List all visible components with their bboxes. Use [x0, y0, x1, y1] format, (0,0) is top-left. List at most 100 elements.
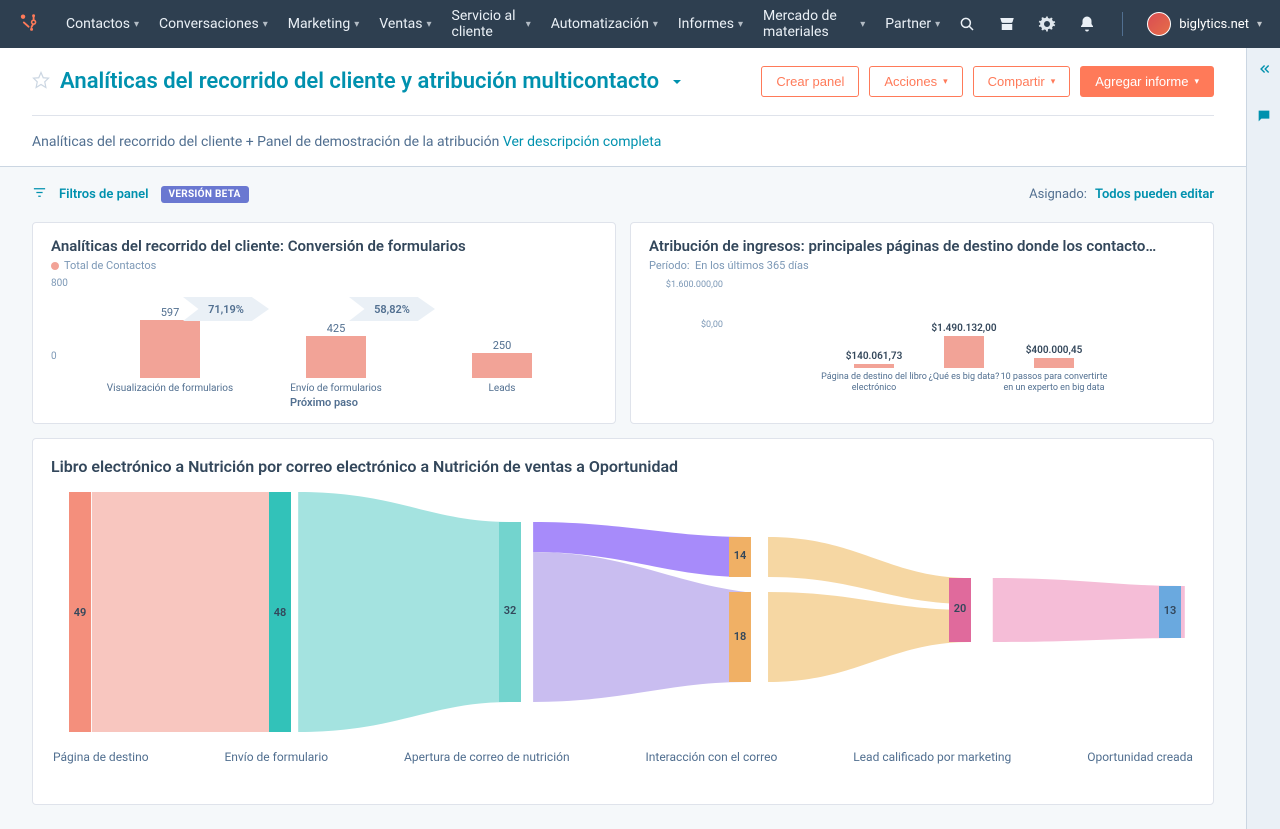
chart-legend: Total de Contactos — [51, 259, 597, 272]
nav-item-label: Conversaciones — [159, 16, 259, 32]
stage-label: Página de destino — [53, 750, 149, 764]
nav-item-partner[interactable]: Partner ▾ — [877, 0, 948, 48]
marketplace-icon[interactable] — [996, 13, 1018, 35]
bar-category: Envío de formularios — [256, 378, 416, 394]
conversion-arrow: 71,19% — [183, 296, 269, 322]
bar-visualizacion: 597 Visualización de formularios — [140, 320, 200, 378]
node-value: 48 — [269, 606, 291, 619]
nav-item-marketing[interactable]: Marketing▾ — [280, 0, 368, 48]
chevron-down-icon: ▾ — [935, 19, 940, 30]
avatar — [1147, 12, 1171, 36]
x-axis-title: Próximo paso — [51, 396, 597, 409]
see-full-description-link[interactable]: Ver descripción completa — [503, 134, 662, 150]
card-period: Período: En los últimos 365 días — [649, 259, 1195, 272]
nav-item-contactos[interactable]: Contactos ▾ — [58, 0, 147, 48]
node-value: 13 — [1159, 604, 1181, 617]
chevron-down-icon: ▾ — [526, 19, 531, 30]
bar-value: $140.061,73 — [826, 351, 922, 362]
nav-item-label: Partner — [885, 16, 931, 32]
chevron-down-icon: ▾ — [1257, 19, 1262, 30]
bar-value: 250 — [472, 339, 532, 352]
header-actions: Crear panel Acciones▾ Compartir▾ Agregar… — [761, 66, 1214, 97]
add-report-button[interactable]: Agregar informe ▾ — [1080, 66, 1214, 97]
period-value: En los últimos 365 días — [695, 259, 809, 272]
nav-menu: Contactos▾ Conversaciones▾ Marketing▾ Ve… — [58, 0, 948, 48]
actions-button[interactable]: Acciones▾ — [869, 66, 962, 97]
bar-category: Visualización de formularios — [90, 378, 250, 394]
stage-label: Lead calificado por marketing — [853, 750, 1011, 764]
account-switcher[interactable]: biglytics.net ▾ — [1147, 12, 1262, 36]
nav-item-label: Mercado de materiales — [763, 8, 856, 40]
nav-item-label: Marketing — [288, 16, 351, 32]
card-title: Atribución de ingresos: principales pági… — [649, 237, 1195, 255]
page-header: Analíticas del recorrido del cliente y a… — [0, 48, 1246, 167]
chevron-down-icon: ▾ — [427, 19, 432, 30]
node-value: 49 — [69, 606, 91, 619]
chevron-down-icon: ▾ — [943, 76, 948, 87]
stage-label: Oportunidad creada — [1087, 750, 1193, 764]
node-value: 32 — [499, 604, 521, 617]
page-title[interactable]: Analíticas del recorrido del cliente y a… — [60, 69, 659, 94]
chevron-down-icon: ▾ — [263, 19, 268, 30]
nav-item-automatizacion[interactable]: Automatización ▾ — [543, 0, 666, 48]
stage-label: Apertura de correo de nutrición — [404, 750, 570, 764]
nav-item-ventas[interactable]: Ventas▾ — [371, 0, 439, 48]
chevron-down-icon: ▾ — [653, 19, 658, 30]
stage-label: Envío de formulario — [224, 750, 328, 764]
dashboard-dropdown-icon[interactable] — [669, 74, 685, 90]
account-name: biglytics.net — [1179, 17, 1249, 32]
top-nav: Contactos▾ Conversaciones▾ Marketing▾ Ve… — [0, 0, 1280, 48]
description-text: Analíticas del recorrido del cliente + P… — [32, 134, 503, 150]
create-panel-button[interactable]: Crear panel — [761, 66, 859, 97]
bar-envio: 425 Envío de formularios — [306, 336, 366, 378]
hubspot-logo[interactable] — [18, 12, 40, 36]
y-axis-max: $1.600.000,00 — [649, 280, 723, 290]
button-label: Agregar informe — [1095, 74, 1188, 89]
search-icon[interactable] — [956, 13, 978, 35]
collapse-rail-icon[interactable] — [1257, 62, 1271, 80]
card-form-conversion[interactable]: Analíticas del recorrido del cliente: Co… — [32, 222, 616, 424]
chevron-down-icon: ▾ — [738, 19, 743, 30]
nav-item-conversaciones[interactable]: Conversaciones ▾ — [151, 0, 276, 48]
assigned-label: Asignado: — [1029, 187, 1087, 202]
chevron-down-icon: ▾ — [1194, 76, 1199, 87]
revenue-chart: $1.600.000,00 $0,00 $140.061,73 Página d… — [649, 278, 1195, 368]
favorite-star-icon[interactable] — [32, 71, 50, 93]
comments-icon[interactable] — [1256, 108, 1272, 128]
stage-label: Interacción con el correo — [646, 750, 778, 764]
nav-item-label: Contactos — [66, 16, 130, 32]
chevron-down-icon: ▾ — [354, 19, 359, 30]
conversion-arrow: 58,82% — [349, 296, 435, 322]
panel-filters-button[interactable]: Filtros de panel — [59, 187, 149, 202]
share-button[interactable]: Compartir▾ — [973, 66, 1071, 97]
nav-right: biglytics.net ▾ — [956, 12, 1262, 36]
nav-item-informes[interactable]: Informes▾ — [670, 0, 751, 48]
node-value: 14 — [729, 549, 751, 562]
button-label: Crear panel — [776, 74, 844, 89]
filters-bar: Filtros de panel VERSIÓN BETA Asignado: … — [0, 167, 1246, 222]
beta-badge: VERSIÓN BETA — [161, 186, 249, 203]
button-label: Compartir — [988, 74, 1045, 89]
card-title: Analíticas del recorrido del cliente: Co… — [51, 237, 597, 255]
bell-icon[interactable] — [1076, 13, 1098, 35]
nav-item-servicio[interactable]: Servicio al cliente ▾ — [444, 0, 539, 48]
assigned-value-link[interactable]: Todos pueden editar — [1095, 187, 1214, 202]
gear-icon[interactable] — [1036, 13, 1058, 35]
nav-item-mercado[interactable]: Mercado de materiales▾ — [755, 0, 873, 48]
conversion-rate: 58,82% — [374, 303, 410, 316]
y-axis-min: 0 — [51, 351, 57, 362]
conversion-rate: 71,19% — [208, 303, 244, 316]
nav-item-label: Servicio al cliente — [452, 8, 522, 40]
bar-10-steps: $400.000,45 10 passos para convertirte e… — [1034, 358, 1074, 368]
sankey-chart: 49 48 32 14 18 20 13 — [51, 492, 1195, 732]
chevron-down-icon: ▾ — [134, 19, 139, 30]
node-value: 20 — [949, 602, 971, 615]
nav-item-label: Automatización — [551, 16, 649, 32]
y-axis-max: 800 — [51, 278, 68, 289]
funnel-chart: 800 0 597 Visualización de formularios 7… — [51, 278, 597, 378]
bar-landing-page: $140.061,73 Página de destino del libro … — [854, 364, 894, 368]
bar-value: $1.490.132,00 — [916, 323, 1012, 334]
bar-category: Leads — [422, 378, 582, 394]
card-revenue-attribution[interactable]: Atribución de ingresos: principales pági… — [630, 222, 1214, 424]
card-sankey-journey[interactable]: Libro electrónico a Nutrición por correo… — [32, 438, 1214, 805]
